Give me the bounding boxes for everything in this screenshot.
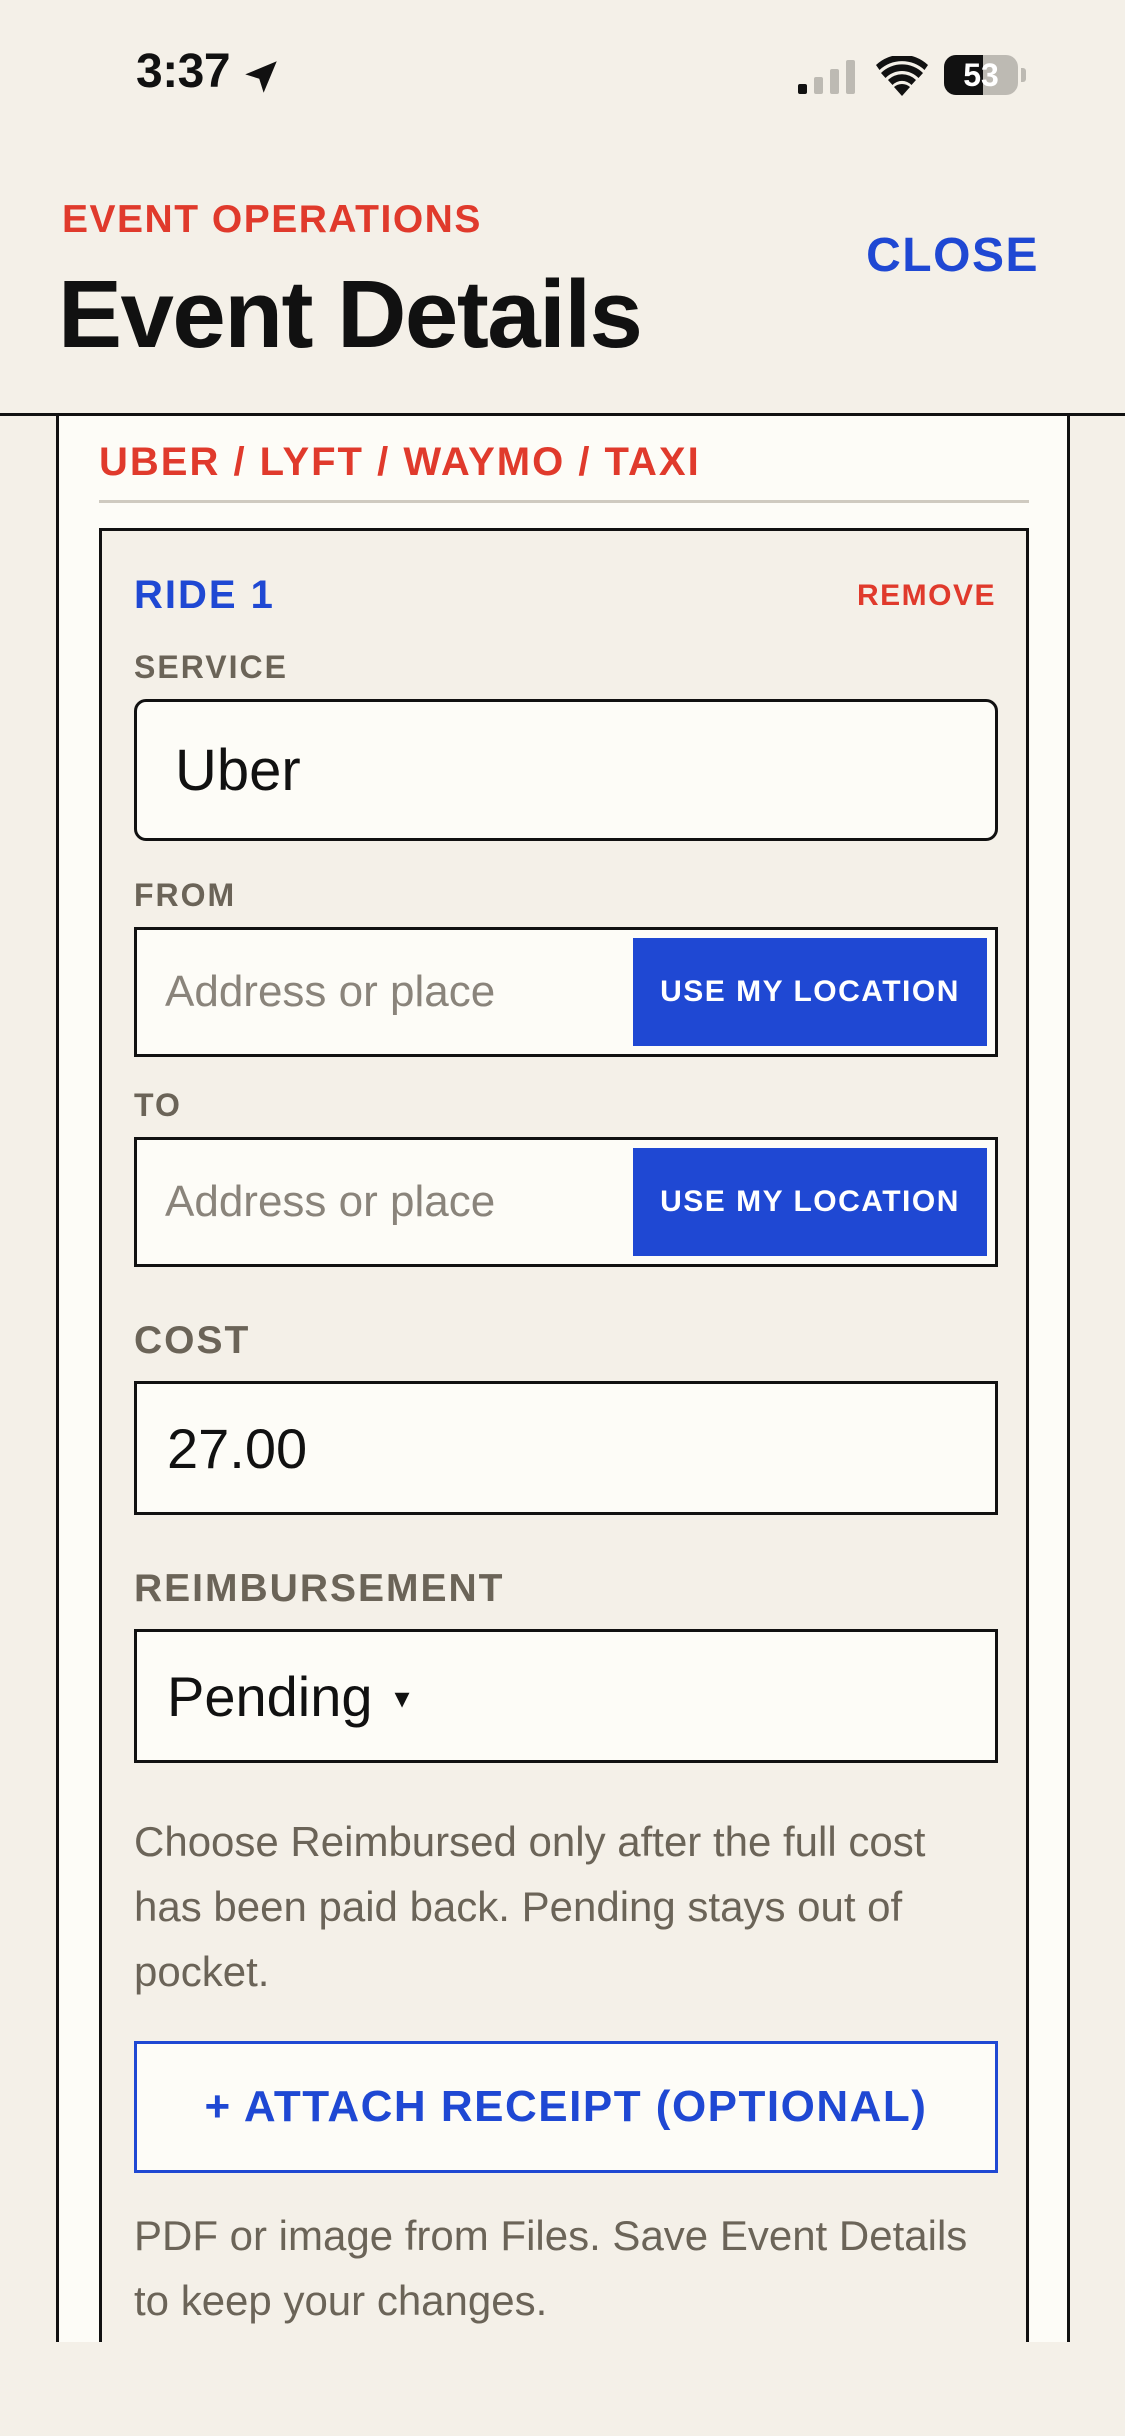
cost-value: 27.00 [167,1416,308,1480]
from-use-my-location-button[interactable]: USE MY LOCATION [633,938,987,1046]
page-header: EVENT OPERATIONS Event Details CLOSE [0,150,1125,416]
transport-section: UBER / LYFT / WAYMO / TAXI RIDE 1 REMOVE… [56,416,1070,2342]
to-address-input[interactable] [165,1140,605,1264]
from-address-input[interactable] [165,930,605,1054]
section-divider [99,500,1029,503]
reimbursement-help-text: Choose Reimbursed only after the full co… [134,1818,926,1995]
to-label: TO [134,1087,182,1123]
wifi-icon [876,56,928,96]
page-title: Event Details [58,261,643,368]
ride-title: RIDE 1 [134,573,275,617]
from-label: FROM [134,877,237,913]
reimbursement-select[interactable]: Pending ▾ [134,1629,998,1763]
from-field: USE MY LOCATION [134,927,998,1057]
dropdown-arrow-icon: ▾ [394,1681,410,1715]
close-button[interactable]: CLOSE [866,228,1039,283]
remove-ride-button[interactable]: REMOVE [857,579,996,613]
location-arrow-icon [245,61,277,93]
reimbursement-value-wrap: Pending ▾ [167,1632,410,1760]
to-field: USE MY LOCATION [134,1137,998,1267]
attach-receipt-button[interactable]: + ATTACH RECEIPT (OPTIONAL) [134,2041,998,2173]
reimbursement-value: Pending [167,1664,373,1728]
battery-icon: 53 [944,55,1026,95]
cellular-signal-icon [798,60,855,94]
service-field[interactable]: Uber [134,699,998,841]
cost-label: COST [134,1319,251,1362]
battery-level-text: 53 [963,57,999,93]
status-bar: 3:37 53 [0,0,1125,150]
to-use-my-location-button[interactable]: USE MY LOCATION [633,1148,987,1256]
header-eyebrow: EVENT OPERATIONS [62,198,482,241]
service-label: SERVICE [134,649,288,685]
service-value: Uber [175,737,301,803]
event-details-screen: 3:37 53 EVENT OPERATIONS Event Details C… [0,0,1125,2436]
attach-help-text: PDF or image from Files. Save Event Deta… [134,2212,968,2324]
status-time: 3:37 [136,45,231,98]
cost-input[interactable]: 27.00 [134,1381,998,1515]
section-title: UBER / LYFT / WAYMO / TAXI [99,440,701,484]
reimbursement-label: REIMBURSEMENT [134,1567,505,1610]
ride-card: RIDE 1 REMOVE SERVICE Uber FROM USE MY L… [99,528,1029,2342]
